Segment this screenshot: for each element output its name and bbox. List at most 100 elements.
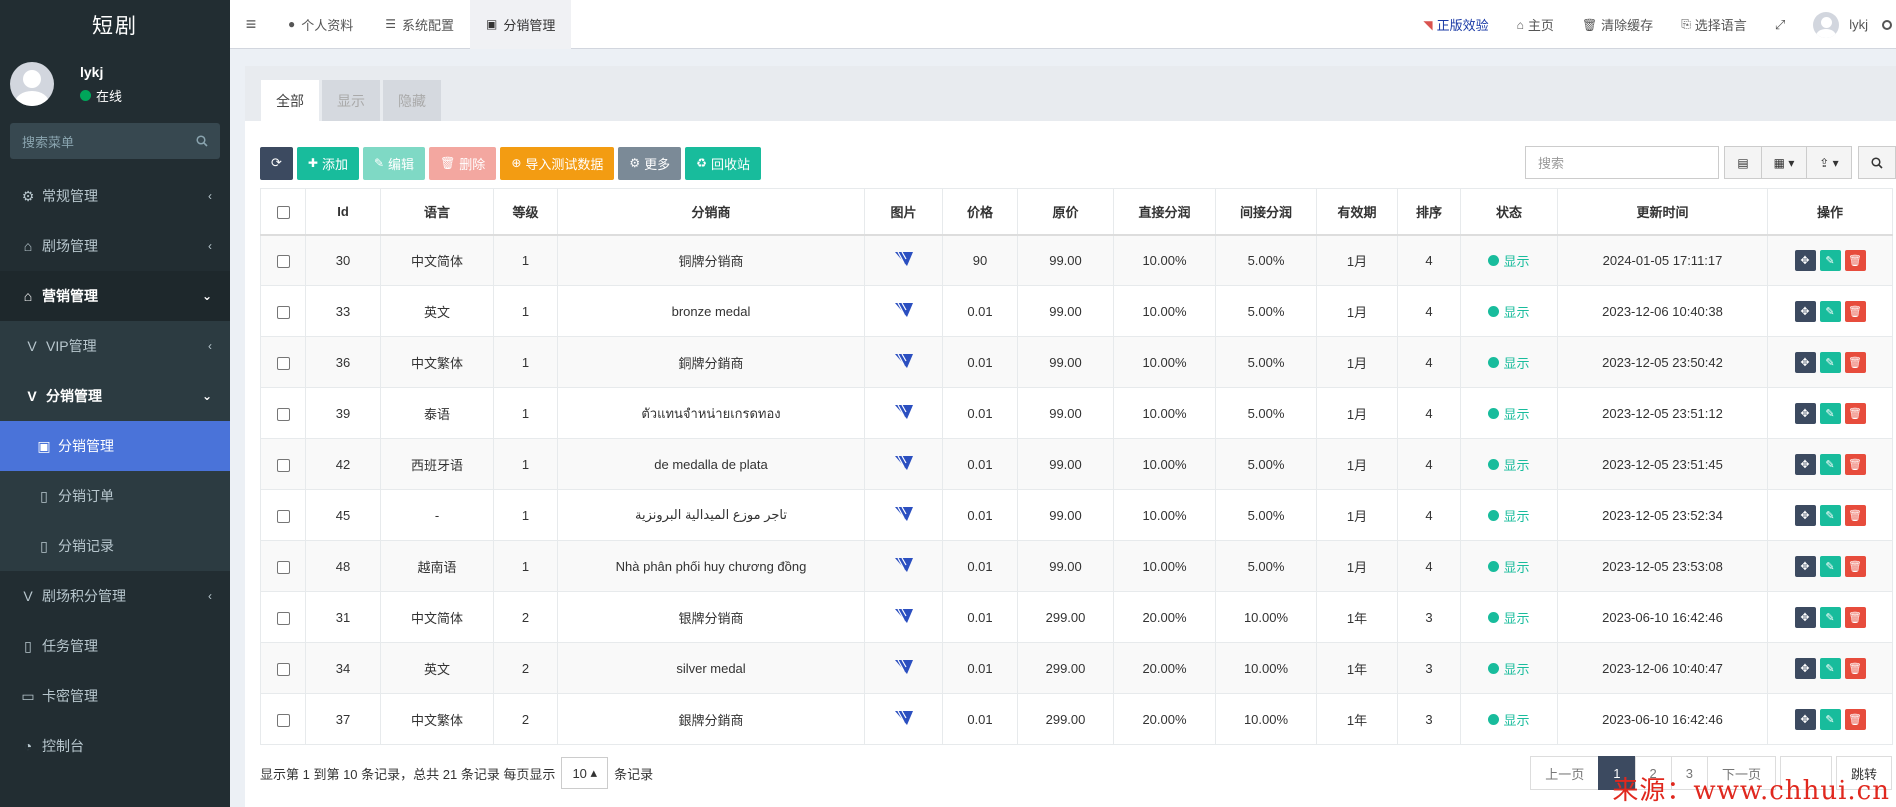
- nav-tab[interactable]: ● 个人资料: [272, 0, 369, 49]
- drag-handle-icon[interactable]: ✥: [1794, 453, 1816, 475]
- status-badge[interactable]: 显示: [1488, 455, 1530, 474]
- row-checkbox[interactable]: [276, 560, 290, 574]
- gear-icon[interactable]: [1882, 0, 1896, 49]
- row-checkbox-cell[interactable]: [260, 285, 306, 337]
- column-header[interactable]: 价格: [942, 188, 1018, 236]
- edit-button[interactable]: ✎ 编辑: [362, 146, 426, 180]
- export-button[interactable]: ⇪ ▾: [1806, 146, 1852, 179]
- nav-link[interactable]: ⎘ 选择语言: [1667, 0, 1761, 49]
- nav-link[interactable]: ◥ 正版效验: [1409, 0, 1502, 49]
- column-header[interactable]: 操作: [1767, 188, 1893, 236]
- delete-icon[interactable]: 🗑: [1844, 402, 1866, 424]
- status-badge[interactable]: 显示: [1488, 404, 1530, 423]
- edit-icon[interactable]: ✎: [1819, 708, 1841, 730]
- table-row[interactable]: 42 西班牙语 1 de medalla de plata 0.01 99.00 10.00…: [260, 438, 1893, 490]
- more-button[interactable]: ⚙ 更多: [618, 146, 682, 180]
- table-row[interactable]: 39 泰语 1 ตัวแทนจำหน่ายเกรดทอง 0.01 99.00 10.00%…: [260, 387, 1893, 439]
- drag-handle-icon[interactable]: ✥: [1794, 351, 1816, 373]
- row-checkbox[interactable]: [276, 509, 290, 523]
- delete-icon[interactable]: 🗑: [1844, 300, 1866, 322]
- status-badge[interactable]: 显示: [1488, 659, 1530, 678]
- table-row[interactable]: 37 中文繁体 2 銀牌分銷商 0.01 299.00 20.00% 10.00% 1年 3 显示 2…: [260, 693, 1893, 745]
- table-search-input[interactable]: 搜索: [1525, 146, 1719, 179]
- drag-handle-icon[interactable]: ✥: [1794, 657, 1816, 679]
- import-test-data-button[interactable]: ⊕ 导入测试数据: [500, 146, 615, 180]
- table-row[interactable]: 30 中文简体 1 铜牌分销商 90 99.00 10.00% 5.00% 1月 4 显示 2024-…: [260, 234, 1893, 286]
- row-checkbox[interactable]: [276, 305, 290, 319]
- sidebar-item[interactable]: ⌂ 营销管理 ⌄: [0, 271, 230, 321]
- delete-button[interactable]: 🗑 删除: [429, 146, 497, 180]
- table-row[interactable]: 36 中文繁体 1 銅牌分銷商 0.01 99.00 10.00% 5.00% 1月 4 显示 202…: [260, 336, 1893, 388]
- menu-toggle-icon[interactable]: ≡: [230, 0, 272, 49]
- row-checkbox-cell[interactable]: [260, 438, 306, 490]
- status-badge[interactable]: 显示: [1488, 251, 1530, 270]
- edit-icon[interactable]: ✎: [1819, 351, 1841, 373]
- brand-logo[interactable]: 短剧: [0, 0, 230, 49]
- row-checkbox[interactable]: [276, 713, 290, 727]
- nav-link[interactable]: ⌂ 主页: [1503, 0, 1568, 49]
- drag-handle-icon[interactable]: ✥: [1794, 606, 1816, 628]
- column-header[interactable]: 图片: [864, 188, 943, 236]
- delete-icon[interactable]: 🗑: [1844, 657, 1866, 679]
- row-checkbox[interactable]: [276, 611, 290, 625]
- drag-handle-icon[interactable]: ✥: [1794, 555, 1816, 577]
- logo-thumbnail-icon[interactable]: [894, 710, 913, 726]
- select-all-checkbox-cell[interactable]: [260, 188, 306, 236]
- logo-thumbnail-icon[interactable]: [894, 302, 913, 318]
- logo-thumbnail-icon[interactable]: [894, 455, 913, 471]
- row-checkbox-cell[interactable]: [260, 693, 306, 745]
- logo-thumbnail-icon[interactable]: [894, 506, 913, 522]
- column-header[interactable]: 分销商: [557, 188, 865, 236]
- sidebar-item[interactable]: ▯ 任务管理: [0, 621, 230, 671]
- status-badge[interactable]: 显示: [1488, 353, 1530, 372]
- select-all-checkbox[interactable]: [276, 205, 290, 219]
- row-checkbox[interactable]: [276, 254, 290, 268]
- column-header[interactable]: 原价: [1017, 188, 1114, 236]
- page-size-select[interactable]: 10 ▴: [561, 757, 609, 789]
- row-checkbox-cell[interactable]: [260, 387, 306, 439]
- logo-thumbnail-icon[interactable]: [894, 608, 913, 624]
- row-checkbox-cell[interactable]: [260, 489, 306, 541]
- drag-handle-icon[interactable]: ✥: [1794, 402, 1816, 424]
- drag-handle-icon[interactable]: ✥: [1794, 504, 1816, 526]
- columns-button[interactable]: ▦ ▾: [1761, 146, 1807, 179]
- nav-tab[interactable]: ☰ 系统配置: [369, 0, 470, 49]
- edit-icon[interactable]: ✎: [1819, 300, 1841, 322]
- column-header[interactable]: 有效期: [1316, 188, 1398, 236]
- edit-icon[interactable]: ✎: [1819, 606, 1841, 628]
- delete-icon[interactable]: 🗑: [1844, 249, 1866, 271]
- row-checkbox-cell[interactable]: [260, 336, 306, 388]
- sidebar-item[interactable]: ◔ 控制台: [0, 721, 230, 771]
- status-badge[interactable]: 显示: [1488, 557, 1530, 576]
- sidebar-item[interactable]: ▯ 分销记录: [0, 521, 230, 571]
- row-checkbox-cell[interactable]: [260, 591, 306, 643]
- edit-icon[interactable]: ✎: [1819, 555, 1841, 577]
- row-checkbox[interactable]: [276, 458, 290, 472]
- column-header[interactable]: 等级: [493, 188, 558, 236]
- sidebar-item[interactable]: ▣ 分销管理: [0, 421, 230, 471]
- user-menu[interactable]: lykj: [1799, 0, 1882, 49]
- sidebar-item[interactable]: V 剧场积分管理 ‹: [0, 571, 230, 621]
- delete-icon[interactable]: 🗑: [1844, 555, 1866, 577]
- delete-icon[interactable]: 🗑: [1844, 606, 1866, 628]
- filter-tab[interactable]: 显示: [322, 80, 380, 121]
- status-badge[interactable]: 显示: [1488, 710, 1530, 729]
- column-header[interactable]: Id: [305, 188, 381, 236]
- sidebar-item[interactable]: ▯ 分销订单: [0, 471, 230, 521]
- delete-icon[interactable]: 🗑: [1844, 453, 1866, 475]
- recycle-bin-button[interactable]: ♻ 回收站: [685, 146, 761, 180]
- logo-thumbnail-icon[interactable]: [894, 659, 913, 675]
- column-header[interactable]: 更新时间: [1557, 188, 1768, 236]
- row-checkbox-cell[interactable]: [260, 642, 306, 694]
- sidebar-item[interactable]: V VIP管理 ‹: [0, 321, 230, 371]
- column-header[interactable]: 直接分润: [1113, 188, 1216, 236]
- logo-thumbnail-icon[interactable]: [894, 251, 913, 267]
- status-badge[interactable]: 显示: [1488, 608, 1530, 627]
- row-checkbox-cell[interactable]: [260, 234, 306, 286]
- filter-tab[interactable]: 隐藏: [383, 80, 441, 121]
- drag-handle-icon[interactable]: ✥: [1794, 300, 1816, 322]
- table-row[interactable]: 48 越南语 1 Nhà phân phối huy chương đồng 0.01 9…: [260, 540, 1893, 592]
- logo-thumbnail-icon[interactable]: [894, 404, 913, 420]
- nav-link[interactable]: 🗑 清除缓存: [1568, 0, 1667, 49]
- delete-icon[interactable]: 🗑: [1844, 708, 1866, 730]
